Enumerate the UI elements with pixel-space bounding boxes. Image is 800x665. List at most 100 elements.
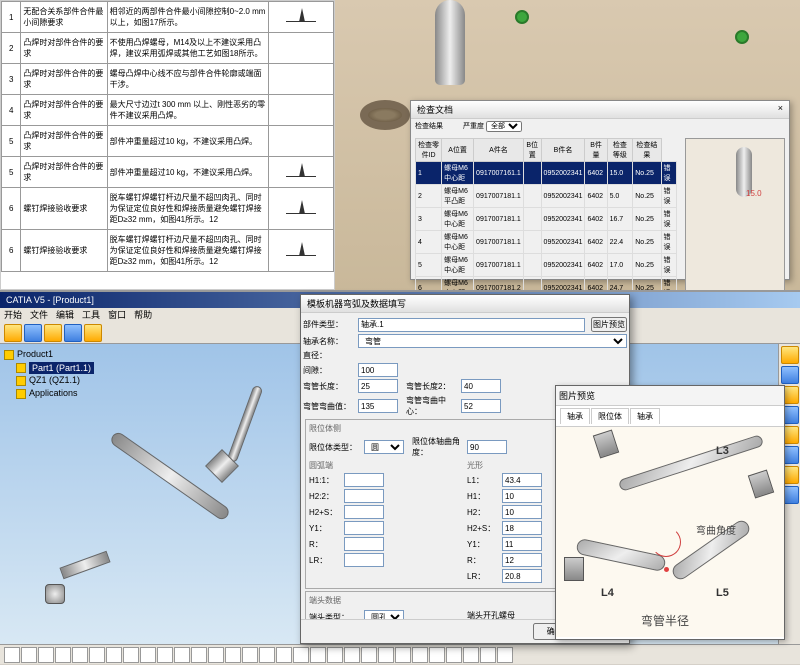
status-tool-icon[interactable]	[208, 647, 224, 663]
light-field-input[interactable]	[502, 569, 542, 583]
round-field-input[interactable]	[344, 473, 384, 487]
cut-icon[interactable]	[84, 324, 102, 342]
diagram-tab[interactable]: 轴承	[630, 408, 660, 424]
tool-icon[interactable]	[781, 366, 799, 384]
menu-item[interactable]: 编辑	[56, 310, 74, 320]
status-tool-icon[interactable]	[412, 647, 428, 663]
spec-row: 3 凸焊时对部件合件的要求 螺母凸焊中心线不应与部件合件轮廓或端面干涉。	[2, 64, 334, 95]
menu-item[interactable]: 文件	[30, 310, 48, 320]
status-tool-icon[interactable]	[378, 647, 394, 663]
name-select[interactable]: 弯管	[358, 334, 627, 348]
status-tool-icon[interactable]	[429, 647, 445, 663]
pipe-segment	[109, 430, 232, 522]
diagram-tab[interactable]: 轴承	[560, 408, 590, 424]
status-tool-icon[interactable]	[344, 647, 360, 663]
grid-row[interactable]: 2螺母M6平凸距0917007181.1095200234164025.0No.…	[416, 185, 677, 208]
light-field-input[interactable]	[502, 473, 542, 487]
part-icon	[16, 389, 26, 399]
len-input[interactable]	[358, 379, 398, 393]
catia-statusbar	[0, 644, 800, 664]
center-input[interactable]	[461, 399, 501, 413]
status-tool-icon[interactable]	[191, 647, 207, 663]
light-field-input[interactable]	[502, 553, 542, 567]
diagram-tab[interactable]: 限位体	[591, 408, 629, 424]
spec-desc: 脱车螺钉焊螺钉杆边尺量不超凹肉孔、同时为保证定位良好性和焊接质量避免螺钉焊接距D…	[107, 188, 269, 230]
grid-header[interactable]: B件量	[585, 139, 607, 162]
row-number: 2	[2, 33, 21, 64]
save-icon[interactable]	[44, 324, 62, 342]
severity-select[interactable]: 全部	[486, 121, 522, 132]
status-tool-icon[interactable]	[21, 647, 37, 663]
light-field-input[interactable]	[502, 537, 542, 551]
status-tool-icon[interactable]	[157, 647, 173, 663]
bend-angle-input[interactable]	[467, 440, 507, 454]
grid-row[interactable]: 1螺母M6中心距0917007161.10952002341640215.0No…	[416, 162, 677, 185]
grid-header[interactable]: A位置	[442, 139, 474, 162]
dialog-titlebar[interactable]: 检查文档 ×	[411, 101, 789, 119]
status-tool-icon[interactable]	[106, 647, 122, 663]
len2-input[interactable]	[461, 379, 501, 393]
status-tool-icon[interactable]	[310, 647, 326, 663]
round-field-input[interactable]	[344, 537, 384, 551]
bent-pipe-model[interactable]	[40, 384, 320, 624]
grid-header[interactable]: 检查等级	[607, 139, 633, 162]
close-icon[interactable]: ×	[778, 103, 783, 116]
light-field-input[interactable]	[502, 521, 542, 535]
tool-icon[interactable]	[781, 346, 799, 364]
geom-type-select[interactable]: 圆	[364, 440, 404, 454]
status-tool-icon[interactable]	[123, 647, 139, 663]
grid-row[interactable]: 5螺母M6中心距0917007181.10952002341640217.0No…	[416, 254, 677, 277]
status-tool-icon[interactable]	[463, 647, 479, 663]
new-icon[interactable]	[4, 324, 22, 342]
diagram-title[interactable]: 图片预览	[556, 386, 784, 406]
status-tool-icon[interactable]	[174, 647, 190, 663]
light-field-label: L1：	[467, 475, 502, 486]
diagram-end	[564, 557, 584, 581]
round-field-input[interactable]	[344, 489, 384, 503]
end-type-select[interactable]: 圆孔端头	[364, 610, 404, 619]
status-tool-icon[interactable]	[38, 647, 54, 663]
results-subtitle: 检查结果	[415, 121, 443, 132]
grid-header[interactable]: 检查零件ID	[416, 139, 442, 162]
grid-row[interactable]: 4螺母M6中心距0917007181.10952002341640222.4No…	[416, 231, 677, 254]
menu-item[interactable]: 窗口	[108, 310, 126, 320]
status-tool-icon[interactable]	[259, 647, 275, 663]
menu-item[interactable]: 工具	[82, 310, 100, 320]
open-icon[interactable]	[24, 324, 42, 342]
status-tool-icon[interactable]	[446, 647, 462, 663]
round-field-input[interactable]	[344, 521, 384, 535]
light-field-input[interactable]	[502, 489, 542, 503]
preview-button[interactable]: 图片预览	[591, 317, 627, 332]
status-tool-icon[interactable]	[242, 647, 258, 663]
grid-header[interactable]: A件名	[474, 139, 524, 162]
round-field-input[interactable]	[344, 505, 384, 519]
print-icon[interactable]	[64, 324, 82, 342]
status-tool-icon[interactable]	[89, 647, 105, 663]
status-tool-icon[interactable]	[497, 647, 513, 663]
grid-header[interactable]: B位置	[523, 139, 541, 162]
status-tool-icon[interactable]	[225, 647, 241, 663]
status-tool-icon[interactable]	[293, 647, 309, 663]
tree-item[interactable]: Part1 (Part1.1)	[16, 362, 94, 375]
menu-item[interactable]: 帮助	[134, 310, 152, 320]
grid-row[interactable]: 3螺母M6中心距0917007181.10952002341640216.7No…	[416, 208, 677, 231]
status-tool-icon[interactable]	[361, 647, 377, 663]
round-field-input[interactable]	[344, 553, 384, 567]
grid-header[interactable]: 检查结果	[633, 139, 661, 162]
grid-header[interactable]: B件名	[541, 139, 585, 162]
gap-input[interactable]	[358, 363, 398, 377]
radius-input[interactable]	[358, 399, 398, 413]
part-type-input[interactable]	[358, 318, 585, 332]
spec-title: 螺钉焊接验收要求	[21, 188, 107, 230]
status-tool-icon[interactable]	[72, 647, 88, 663]
status-tool-icon[interactable]	[327, 647, 343, 663]
menu-item[interactable]: 开始	[4, 310, 22, 320]
status-tool-icon[interactable]	[480, 647, 496, 663]
status-tool-icon[interactable]	[4, 647, 20, 663]
status-tool-icon[interactable]	[276, 647, 292, 663]
light-field-input[interactable]	[502, 505, 542, 519]
status-tool-icon[interactable]	[140, 647, 156, 663]
status-tool-icon[interactable]	[55, 647, 71, 663]
param-dialog-title[interactable]: 模板机器弯弧及数据填写	[301, 295, 629, 313]
status-tool-icon[interactable]	[395, 647, 411, 663]
